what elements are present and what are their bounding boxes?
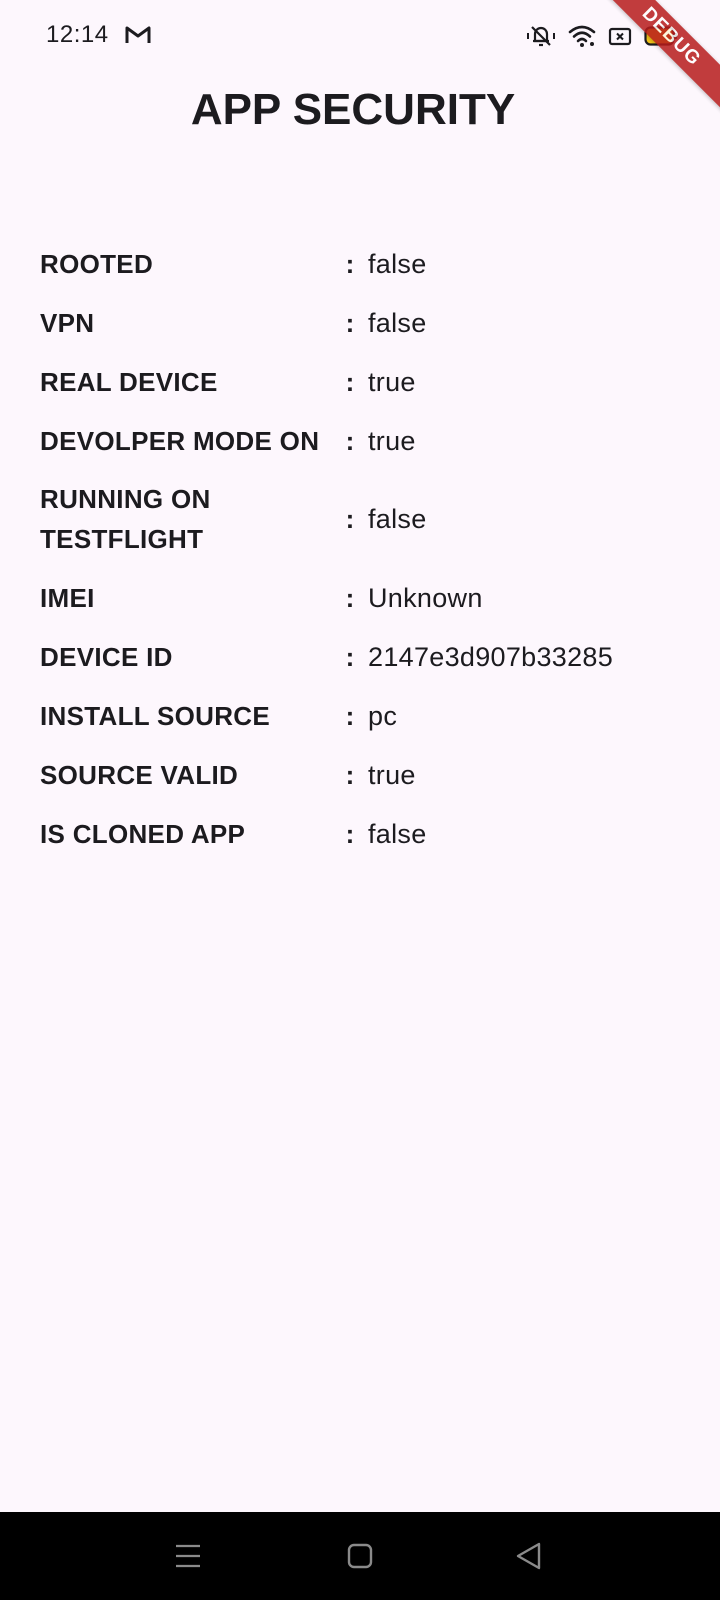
row-label: IS CLONED APP bbox=[40, 818, 246, 849]
row-separator: : bbox=[345, 425, 355, 456]
row-install-source: INSTALL SOURCE : pc bbox=[40, 686, 680, 745]
row-cloned-app: IS CLONED APP : false bbox=[40, 804, 680, 863]
wifi-icon bbox=[568, 25, 596, 47]
row-label: DEVICE ID bbox=[40, 641, 173, 672]
row-value: false bbox=[368, 248, 427, 279]
row-imei: IMEI : Unknown bbox=[40, 568, 680, 627]
row-label: IMEI bbox=[40, 582, 95, 613]
menu-button[interactable] bbox=[166, 1534, 210, 1578]
row-value: true bbox=[368, 759, 416, 790]
row-label: VPN bbox=[40, 307, 95, 338]
no-sim-icon bbox=[608, 27, 632, 46]
system-nav-bar bbox=[0, 1512, 720, 1600]
vibrate-silent-icon bbox=[527, 26, 555, 47]
row-value: 2147e3d907b33285 bbox=[368, 641, 614, 672]
row-rooted: ROOTED : false bbox=[40, 234, 680, 293]
row-separator: : bbox=[345, 641, 355, 672]
row-separator: : bbox=[345, 307, 355, 338]
status-bar: 12:14 bbox=[0, 0, 720, 72]
row-value: false bbox=[368, 307, 427, 338]
row-separator: : bbox=[345, 366, 355, 397]
row-value: pc bbox=[368, 700, 398, 731]
row-real-device: REAL DEVICE : true bbox=[40, 352, 680, 411]
row-separator: : bbox=[345, 582, 355, 613]
row-label: ROOTED bbox=[40, 248, 154, 279]
row-separator: : bbox=[345, 248, 355, 279]
row-developer-mode: DEVOLPER MODE ON : true bbox=[40, 411, 680, 470]
security-info-list: ROOTED : false VPN : false REAL DEVICE :… bbox=[40, 234, 680, 863]
row-value: false bbox=[368, 818, 427, 849]
back-button[interactable] bbox=[506, 1534, 550, 1578]
row-separator: : bbox=[345, 504, 355, 534]
row-label: RUNNING ON TESTFLIGHT bbox=[40, 484, 211, 554]
status-time: 12:14 bbox=[46, 21, 109, 48]
page-title: APP SECURITY bbox=[190, 85, 516, 134]
row-device-id: DEVICE ID : 2147e3d907b33285 bbox=[40, 627, 680, 686]
row-label: DEVOLPER MODE ON bbox=[40, 425, 320, 456]
row-separator: : bbox=[345, 700, 355, 731]
row-separator: : bbox=[345, 759, 355, 790]
row-value: true bbox=[368, 425, 416, 456]
row-label: REAL DEVICE bbox=[40, 366, 218, 397]
home-button[interactable] bbox=[338, 1534, 382, 1578]
row-value: false bbox=[368, 504, 427, 534]
row-testflight: RUNNING ON TESTFLIGHT : false bbox=[40, 470, 680, 568]
row-value: Unknown bbox=[368, 582, 483, 613]
row-label: INSTALL SOURCE bbox=[40, 700, 271, 731]
row-vpn: VPN : false bbox=[40, 293, 680, 352]
row-value: true bbox=[368, 366, 416, 397]
menu-icon bbox=[176, 1544, 200, 1568]
row-separator: : bbox=[345, 818, 355, 849]
row-source-valid: SOURCE VALID : true bbox=[40, 745, 680, 804]
back-icon bbox=[516, 1542, 541, 1570]
home-icon bbox=[347, 1543, 373, 1569]
gmail-icon bbox=[125, 26, 151, 43]
row-label: SOURCE VALID bbox=[40, 759, 239, 790]
